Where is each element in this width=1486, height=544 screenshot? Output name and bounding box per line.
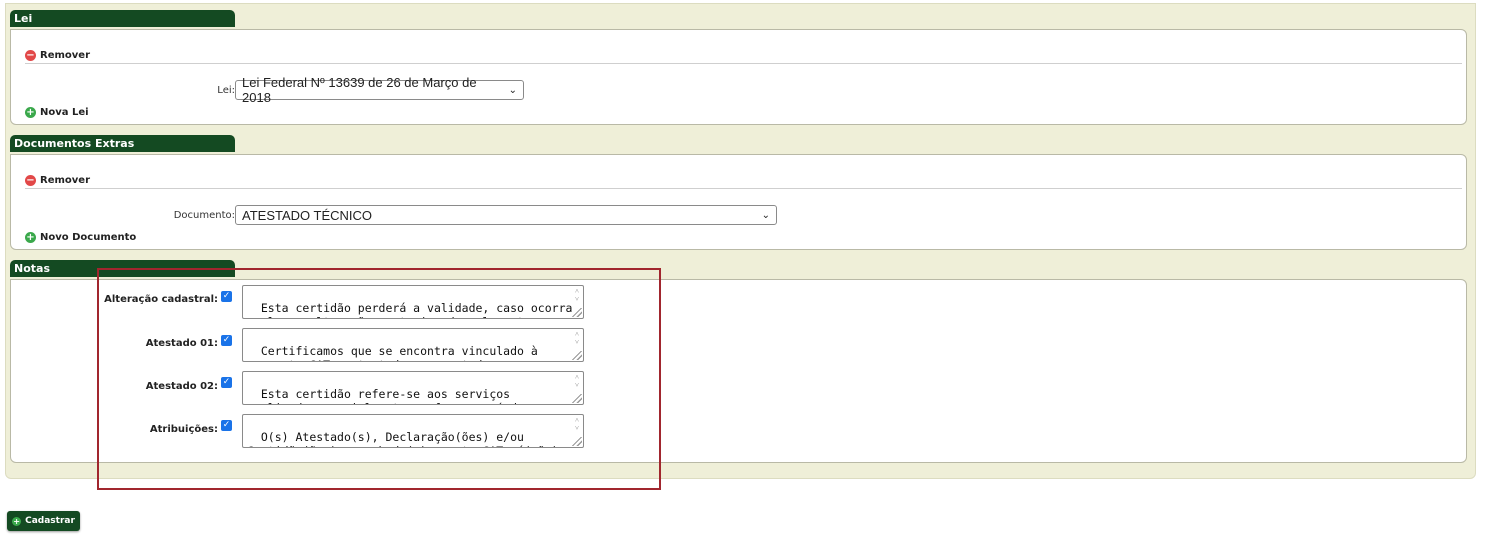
notas-section-header: Notas	[10, 260, 235, 277]
add-icon: +	[25, 107, 36, 118]
lei-section-header: Lei	[10, 10, 235, 27]
note-text: Certificamos que se encontra vinculado à…	[247, 344, 538, 361]
lei-field-label: Lei:	[217, 85, 235, 96]
docs-remove-label: Remover	[40, 175, 91, 186]
nova-lei-button[interactable]: + Nova Lei	[25, 107, 89, 118]
resize-grip-icon[interactable]	[572, 437, 582, 446]
novo-documento-button[interactable]: + Novo Documento	[25, 232, 136, 243]
note-textarea-alteracao[interactable]: Esta certidão perderá a validade, caso o…	[242, 285, 584, 319]
cadastrar-button[interactable]: + Cadastrar	[7, 511, 80, 531]
divider	[25, 63, 1462, 64]
lei-remove-label: Remover	[40, 50, 91, 61]
note-text: Esta certidão refere-se aos serviços rea…	[247, 387, 545, 404]
resize-grip-icon[interactable]	[572, 308, 582, 317]
note-checkbox-atestado-02[interactable]: ✓	[221, 377, 232, 388]
note-checkbox-atestado-01[interactable]: ✓	[221, 335, 232, 346]
chevron-down-icon: ⌄	[761, 209, 770, 221]
documento-select-value: ATESTADO TÉCNICO	[242, 207, 373, 223]
scroll-arrows-icon[interactable]: ˄ ˅	[572, 287, 582, 303]
divider	[25, 188, 1462, 189]
note-text: Esta certidão perderá a validade, caso o…	[247, 301, 573, 318]
scroll-arrows-icon[interactable]: ˄ ˅	[572, 416, 582, 432]
add-icon: +	[12, 516, 22, 526]
note-label-atestado-02: Atestado 02:	[145, 381, 218, 392]
note-textarea-atestado-01[interactable]: Certificamos que se encontra vinculado à…	[242, 328, 584, 362]
note-textarea-atribuicoes[interactable]: O(s) Atestado(s), Declaração(ões) e/ou C…	[242, 414, 584, 448]
nova-lei-label: Nova Lei	[40, 107, 89, 118]
lei-select-value: Lei Federal Nº 13639 de 26 de Março de 2…	[242, 75, 477, 105]
note-textarea-atestado-02[interactable]: Esta certidão refere-se aos serviços rea…	[242, 371, 584, 405]
cadastrar-label: Cadastrar	[25, 516, 75, 526]
lei-select[interactable]: Lei Federal Nº 13639 de 26 de Março de 2…	[235, 75, 524, 105]
docs-panel: − Remover Documento: ATESTADO TÉCNICO ⌄ …	[10, 154, 1467, 250]
remove-icon: −	[25, 50, 36, 61]
chevron-down-icon: ⌄	[508, 84, 517, 96]
lei-panel: − Remover Lei: Lei Federal Nº 13639 de 2…	[10, 29, 1467, 125]
note-label-atestado-01: Atestado 01:	[145, 338, 218, 349]
docs-section-header: Documentos Extras	[10, 135, 235, 152]
scroll-arrows-icon[interactable]: ˄ ˅	[572, 330, 582, 346]
note-label-atribuicoes: Atribuições:	[149, 424, 218, 435]
add-icon: +	[25, 232, 36, 243]
resize-grip-icon[interactable]	[572, 351, 582, 360]
docs-remove-button[interactable]: − Remover	[25, 175, 90, 186]
note-checkbox-alteracao[interactable]: ✓	[221, 291, 232, 302]
note-label-alteracao: Alteração cadastral:	[104, 294, 218, 305]
novo-documento-label: Novo Documento	[40, 232, 137, 243]
remove-icon: −	[25, 175, 36, 186]
notas-panel	[10, 279, 1467, 463]
resize-grip-icon[interactable]	[572, 394, 582, 403]
lei-remove-button[interactable]: − Remover	[25, 50, 90, 61]
scroll-arrows-icon[interactable]: ˄ ˅	[572, 373, 582, 389]
note-text: O(s) Atestado(s), Declaração(ões) e/ou C…	[247, 430, 559, 447]
documento-select[interactable]: ATESTADO TÉCNICO ⌄	[235, 205, 777, 225]
note-checkbox-atribuicoes[interactable]: ✓	[221, 420, 232, 431]
docs-field-label: Documento:	[173, 210, 235, 221]
